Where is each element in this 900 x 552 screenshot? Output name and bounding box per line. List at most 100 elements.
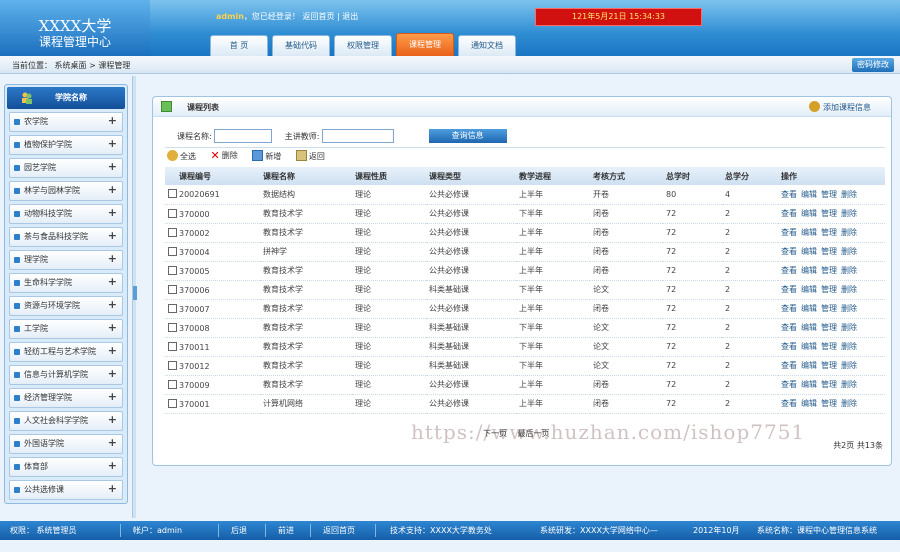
expand-plus-icon[interactable]: + bbox=[108, 181, 117, 199]
row-action-link[interactable]: 查看 bbox=[781, 399, 797, 408]
expand-plus-icon[interactable]: + bbox=[108, 434, 117, 452]
row-action-link[interactable]: 管理 bbox=[821, 399, 837, 408]
sidebar-item[interactable]: 体育部 + bbox=[9, 457, 123, 477]
expand-plus-icon[interactable]: + bbox=[108, 296, 117, 314]
expand-plus-icon[interactable]: + bbox=[108, 319, 117, 337]
sidebar-item[interactable]: 经济管理学院 + bbox=[9, 388, 123, 408]
sidebar-item[interactable]: 茶与食品科技学院 + bbox=[9, 227, 123, 247]
row-checkbox[interactable] bbox=[168, 265, 177, 275]
expand-plus-icon[interactable]: + bbox=[108, 342, 117, 360]
table-row[interactable]: 370002 教育技术学 理论 公共必修课 上半年 闭卷 72 2 查看 编辑 管理 删除 bbox=[165, 223, 885, 243]
row-checkbox[interactable] bbox=[168, 379, 177, 389]
row-action-link[interactable]: 查看 bbox=[781, 342, 797, 351]
row-action-link[interactable]: 查看 bbox=[781, 266, 797, 275]
sidebar-item[interactable]: 信息与计算机学院 + bbox=[9, 365, 123, 385]
table-row[interactable]: 370006 教育技术学 理论 科类基础课 下半年 论文 72 2 查看 编辑 管理 删除 bbox=[165, 280, 885, 300]
expand-plus-icon[interactable]: + bbox=[108, 365, 117, 383]
row-action-link[interactable]: 管理 bbox=[821, 266, 837, 275]
back-button[interactable]: 返回 bbox=[295, 149, 325, 162]
table-row[interactable]: 370005 教育技术学 理论 公共必修课 上半年 闭卷 72 2 查看 编辑 管理 删除 bbox=[165, 261, 885, 281]
row-action-link[interactable]: 删除 bbox=[841, 285, 857, 294]
sidebar-item[interactable]: 理学院 + bbox=[9, 250, 123, 270]
tab-permissions[interactable]: 权限管理 bbox=[334, 35, 392, 56]
row-action-link[interactable]: 编辑 bbox=[801, 361, 817, 370]
row-action-link[interactable]: 查看 bbox=[781, 190, 797, 199]
sidebar-splitter[interactable] bbox=[132, 76, 137, 518]
table-row[interactable]: 370001 计算机网络 理论 公共必修课 上半年 闭卷 72 2 查看 编辑 管理 删除 bbox=[165, 394, 885, 414]
expand-plus-icon[interactable]: + bbox=[108, 250, 117, 268]
row-action-link[interactable]: 编辑 bbox=[801, 247, 817, 256]
row-action-link[interactable]: 删除 bbox=[841, 247, 857, 256]
row-checkbox[interactable] bbox=[168, 360, 177, 370]
row-action-link[interactable]: 删除 bbox=[841, 209, 857, 218]
row-action-link[interactable]: 编辑 bbox=[801, 342, 817, 351]
row-checkbox[interactable] bbox=[168, 303, 177, 313]
row-action-link[interactable]: 编辑 bbox=[801, 399, 817, 408]
footer-back-link[interactable]: 后退 bbox=[231, 521, 247, 540]
sidebar-item[interactable]: 公共选修课 + bbox=[9, 480, 123, 500]
row-action-link[interactable]: 编辑 bbox=[801, 380, 817, 389]
sidebar-item[interactable]: 外国语学院 + bbox=[9, 434, 123, 454]
row-action-link[interactable]: 管理 bbox=[821, 228, 837, 237]
row-action-link[interactable]: 编辑 bbox=[801, 285, 817, 294]
sidebar-item[interactable]: 资源与环境学院 + bbox=[9, 296, 123, 316]
tab-course-management[interactable]: 课程管理 bbox=[396, 33, 454, 56]
row-action-link[interactable]: 编辑 bbox=[801, 190, 817, 199]
table-row[interactable]: 370004 拼神学 理论 公共必修课 上半年 闭卷 72 2 查看 编辑 管理 删除 bbox=[165, 242, 885, 262]
logout-link[interactable]: 退出 bbox=[342, 12, 358, 21]
add-course-link[interactable]: 添加课程信息 bbox=[809, 101, 871, 113]
change-password-button[interactable]: 密码修改 bbox=[852, 58, 894, 72]
table-row[interactable]: 370011 教育技术学 理论 科类基础课 下半年 论文 72 2 查看 编辑 管理 删除 bbox=[165, 337, 885, 357]
row-action-link[interactable]: 编辑 bbox=[801, 323, 817, 332]
row-action-link[interactable]: 管理 bbox=[821, 209, 837, 218]
row-action-link[interactable]: 删除 bbox=[841, 342, 857, 351]
row-action-link[interactable]: 删除 bbox=[841, 361, 857, 370]
row-action-link[interactable]: 管理 bbox=[821, 247, 837, 256]
expand-plus-icon[interactable]: + bbox=[108, 457, 117, 475]
row-action-link[interactable]: 删除 bbox=[841, 380, 857, 389]
tab-home[interactable]: 首 页 bbox=[210, 35, 268, 56]
table-row[interactable]: 370000 教育技术学 理论 公共必修课 下半年 闭卷 72 2 查看 编辑 管理 删除 bbox=[165, 204, 885, 224]
row-action-link[interactable]: 查看 bbox=[781, 228, 797, 237]
row-action-link[interactable]: 管理 bbox=[821, 304, 837, 313]
row-action-link[interactable]: 删除 bbox=[841, 266, 857, 275]
row-action-link[interactable]: 查看 bbox=[781, 380, 797, 389]
query-button[interactable]: 查询信息 bbox=[428, 129, 507, 143]
row-action-link[interactable]: 删除 bbox=[841, 190, 857, 199]
row-action-link[interactable]: 编辑 bbox=[801, 228, 817, 237]
table-row[interactable]: 20020691 数据结构 理论 公共必修课 上半年 开卷 80 4 查看 编辑 管理 删除 bbox=[165, 185, 885, 205]
sidebar-item[interactable]: 农学院 + bbox=[9, 112, 123, 132]
row-action-link[interactable]: 查看 bbox=[781, 304, 797, 313]
row-checkbox[interactable] bbox=[168, 341, 177, 351]
table-row[interactable]: 370012 教育技术学 理论 科类基础课 下半年 论文 72 2 查看 编辑 管理 删除 bbox=[165, 356, 885, 376]
expand-plus-icon[interactable]: + bbox=[108, 135, 117, 153]
expand-plus-icon[interactable]: + bbox=[108, 388, 117, 406]
row-action-link[interactable]: 管理 bbox=[821, 361, 837, 370]
sidebar-item[interactable]: 植物保护学院 + bbox=[9, 135, 123, 155]
row-action-link[interactable]: 查看 bbox=[781, 323, 797, 332]
row-action-link[interactable]: 查看 bbox=[781, 247, 797, 256]
row-action-link[interactable]: 查看 bbox=[781, 361, 797, 370]
table-row[interactable]: 370009 教育技术学 理论 公共必修课 上半年 闭卷 72 2 查看 编辑 管理 删除 bbox=[165, 375, 885, 395]
row-action-link[interactable]: 管理 bbox=[821, 342, 837, 351]
sidebar-item[interactable]: 园艺学院 + bbox=[9, 158, 123, 178]
row-checkbox[interactable] bbox=[168, 189, 177, 199]
row-checkbox[interactable] bbox=[168, 322, 177, 332]
row-checkbox[interactable] bbox=[168, 208, 177, 218]
splitter-grip[interactable] bbox=[133, 286, 137, 300]
row-action-link[interactable]: 管理 bbox=[821, 380, 837, 389]
row-checkbox[interactable] bbox=[168, 398, 177, 408]
row-action-link[interactable]: 删除 bbox=[841, 399, 857, 408]
row-checkbox[interactable] bbox=[168, 284, 177, 294]
teacher-input[interactable] bbox=[322, 129, 395, 143]
delete-button[interactable]: ✕ 删除 bbox=[211, 149, 238, 162]
expand-plus-icon[interactable]: + bbox=[108, 158, 117, 176]
table-row[interactable]: 370007 教育技术学 理论 公共必修课 上半年 闭卷 72 2 查看 编辑 管理 删除 bbox=[165, 299, 885, 319]
row-action-link[interactable]: 编辑 bbox=[801, 304, 817, 313]
row-action-link[interactable]: 删除 bbox=[841, 228, 857, 237]
expand-plus-icon[interactable]: + bbox=[108, 273, 117, 291]
expand-plus-icon[interactable]: + bbox=[108, 204, 117, 222]
row-action-link[interactable]: 编辑 bbox=[801, 209, 817, 218]
row-action-link[interactable]: 删除 bbox=[841, 323, 857, 332]
sidebar-item[interactable]: 林学与园林学院 + bbox=[9, 181, 123, 201]
